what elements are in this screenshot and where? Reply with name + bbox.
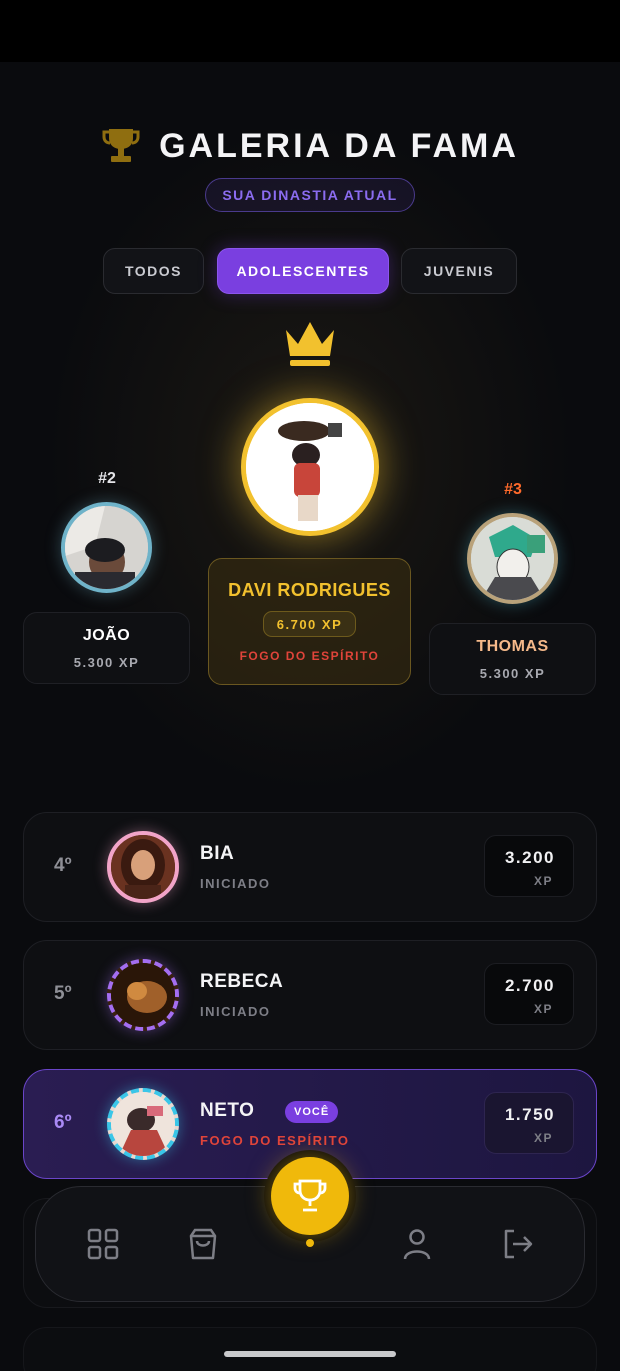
dynasty-badge: SUA DINASTIA ATUAL [205, 178, 415, 212]
row-xp-box: 1.750 XP [484, 1092, 574, 1154]
ranking-row[interactable]: 5º REBECA INICIADO 2.700 XP [23, 940, 597, 1050]
row-name: NETO [200, 1100, 255, 1121]
second-place-card[interactable]: JOÃO 5.300 XP [23, 612, 190, 684]
trophy-icon [293, 1179, 327, 1212]
row-xp-value: 1.750 [504, 1105, 555, 1124]
row-name: BIA [200, 843, 235, 864]
row-avatar [107, 1088, 179, 1160]
avatar-image [111, 835, 175, 899]
row-subtitle: INICIADO [200, 1004, 271, 1019]
avatar-image [471, 517, 554, 600]
row-avatar [107, 959, 179, 1031]
category-tabs: TODOS ADOLESCENTES JUVENIS [0, 248, 620, 294]
row-avatar [107, 831, 179, 903]
row-xp-unit: XP [533, 1131, 553, 1145]
row-position: 5º [54, 983, 72, 1004]
avatar-first-place[interactable] [241, 398, 379, 536]
row-xp-unit: XP [533, 1002, 553, 1016]
page-header: GALERIA DA FAMA [0, 118, 620, 174]
row-position: 6º [54, 1112, 72, 1133]
row-subtitle: INICIADO [200, 876, 271, 891]
you-badge: VOCÊ [285, 1101, 339, 1123]
crown-icon [286, 322, 334, 366]
second-place-xp: 5.300 XP [73, 654, 140, 670]
ranking-row[interactable] [23, 1327, 597, 1371]
logout-icon[interactable] [500, 1227, 534, 1261]
third-place-name: THOMAS [476, 637, 549, 655]
avatar-image [111, 1092, 175, 1156]
row-xp-unit: XP [533, 874, 553, 888]
first-place-xp: 6.700 XP [262, 611, 357, 637]
row-name: REBECA [200, 971, 284, 992]
tab-juvenis[interactable]: JUVENIS [401, 248, 517, 294]
trophy-icon [102, 129, 140, 162]
row-xp-value: 3.200 [504, 848, 555, 867]
user-icon[interactable] [400, 1227, 434, 1261]
third-place-rank: #3 [504, 481, 522, 498]
grid-icon[interactable] [86, 1227, 120, 1261]
second-place-name: JOÃO [82, 626, 131, 644]
home-indicator[interactable] [224, 1351, 396, 1357]
third-place-xp: 5.300 XP [479, 665, 546, 681]
avatar-image [246, 403, 374, 531]
second-place-rank: #2 [98, 470, 116, 487]
row-xp-box: 3.200 XP [484, 835, 574, 897]
trophy-nav-button[interactable] [264, 1150, 356, 1242]
row-xp-value: 2.700 [504, 976, 555, 995]
active-indicator [306, 1239, 314, 1247]
page-title: GALERIA DA FAMA [159, 126, 519, 165]
first-place-card[interactable]: DAVI RODRIGUES 6.700 XP FOGO DO ESPÍRITO [208, 558, 411, 685]
row-subtitle: FOGO DO ESPÍRITO [200, 1133, 350, 1148]
third-place-card[interactable]: THOMAS 5.300 XP [429, 623, 596, 695]
avatar-image [111, 963, 175, 1027]
row-position: 4º [54, 855, 72, 876]
tab-adolescentes[interactable]: ADOLESCENTES [217, 248, 389, 294]
ranking-row[interactable]: 4º BIA INICIADO 3.200 XP [23, 812, 597, 922]
row-xp-box: 2.700 XP [484, 963, 574, 1025]
bag-icon[interactable] [186, 1227, 220, 1261]
trophy-nav-inner [271, 1157, 349, 1235]
avatar-third-place[interactable] [467, 513, 558, 604]
tab-todos[interactable]: TODOS [103, 248, 204, 294]
status-bar [0, 0, 620, 62]
first-place-title: FOGO DO ESPÍRITO [239, 649, 380, 663]
first-place-name: DAVI RODRIGUES [228, 580, 391, 600]
avatar-image [65, 506, 148, 589]
avatar-second-place[interactable] [61, 502, 152, 593]
